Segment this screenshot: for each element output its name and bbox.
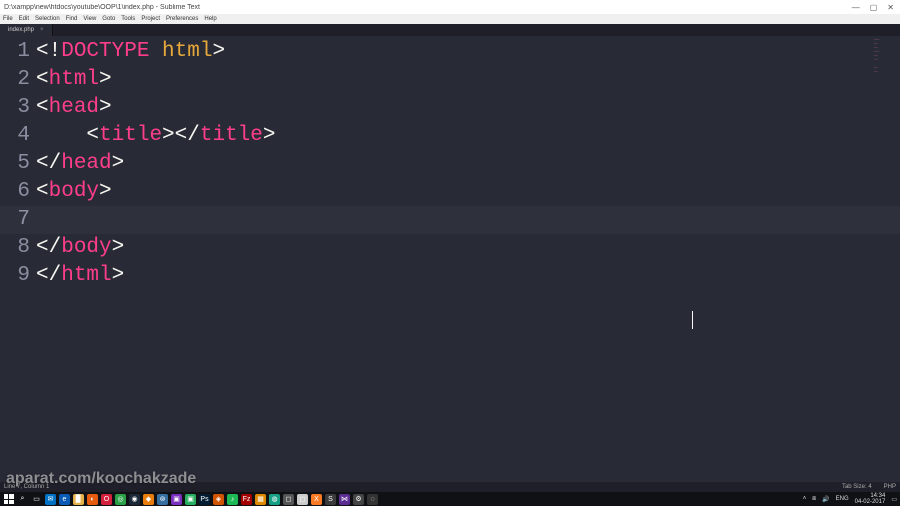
taskbar-icon-blender[interactable]: ◆ [143,494,154,505]
taskbar-icon-spotify[interactable]: ♪ [227,494,238,505]
taskbar-icon-app-last[interactable]: ◌ [367,494,378,505]
code-editor[interactable]: 1 2 3 4 5 6 7 8 9 <!DOCTYPE html> <html>… [0,36,900,482]
tray-network-icon[interactable]: ⧈ [812,496,816,503]
taskbar-icon-vs[interactable]: ⋈ [339,494,350,505]
taskbar-icon-app-purple[interactable]: ▣ [171,494,182,505]
code-line-9: </html> [36,262,900,290]
line-number: 3 [0,94,30,122]
taskbar-icon-sublime[interactable]: S [325,494,336,505]
code-line-5: </head> [36,150,900,178]
tab-bar: index.php × [0,24,900,36]
taskbar-icon-firefox[interactable]: ◐ [87,494,98,505]
menu-bar: File Edit Selection Find View Goto Tools… [0,14,900,24]
taskbar-icon-mail[interactable]: ✉ [45,494,56,505]
tray-notifications-icon[interactable]: ▭ [891,496,897,503]
taskbar-icon-edge[interactable]: e [59,494,70,505]
window-close-button[interactable]: ✕ [887,3,894,12]
code-area[interactable]: <!DOCTYPE html> <html> <head> <title></t… [36,36,900,482]
taskbar-icon-mysql[interactable]: ▦ [255,494,266,505]
code-line-4: <title></title> [36,122,900,150]
window-title: D:\xampp\new\htdocs\youtube\OOP\1\index.… [2,4,200,11]
taskbar-icon-app-green[interactable]: ▣ [185,494,196,505]
windows-logo-icon [4,494,14,504]
line-number: 1 [0,38,30,66]
taskbar-icon-xampp[interactable]: X [311,494,322,505]
line-number: 7 [0,206,30,234]
taskbar-icon-app-grey[interactable]: ◻ [283,494,294,505]
taskbar-icon-app-gear[interactable]: ⚙ [353,494,364,505]
taskbar-icon-filezilla[interactable]: Fz [241,494,252,505]
menu-tools[interactable]: Tools [121,16,135,22]
text-caret [692,311,693,329]
taskbar-icon-opera[interactable]: O [101,494,112,505]
tray-clock[interactable]: 14:34 04-02-2017 [855,493,886,505]
code-line-7 [36,206,900,234]
tray-up-icon[interactable]: ˄ [803,496,807,502]
minimap[interactable]: ▬▬▬▬▬▬▬▬▬▬▬▬▬▬▬▬▬▬ [874,38,898,98]
taskbar-left: ⌕▭✉e▉◐O◎◉◆⊚▣▣Ps◈♪Fz▦◍◻◻XS⋈⚙◌ [3,494,378,505]
window-titlebar: D:\xampp\new\htdocs\youtube\OOP\1\index.… [0,0,900,14]
menu-file[interactable]: File [3,16,13,22]
tray-volume-icon[interactable]: 🔊 [822,496,829,503]
status-tab-size[interactable]: Tab Size: 4 [842,484,872,490]
taskbar-icon-steam[interactable]: ◉ [129,494,140,505]
taskbar-icon-python[interactable]: ⊚ [157,494,168,505]
taskbar-icon-photoshop[interactable]: Ps [199,494,210,505]
line-number: 2 [0,66,30,94]
code-line-3: <head> [36,94,900,122]
line-number: 8 [0,234,30,262]
menu-preferences[interactable]: Preferences [166,16,198,22]
menu-view[interactable]: View [83,16,96,22]
line-number: 9 [0,262,30,290]
line-number: 4 [0,122,30,150]
menu-selection[interactable]: Selection [35,16,60,22]
start-button[interactable] [3,494,14,505]
status-syntax[interactable]: PHP [884,484,896,490]
code-line-8: </body> [36,234,900,262]
code-line-6: <body> [36,178,900,206]
line-number: 6 [0,178,30,206]
windows-taskbar: ⌕▭✉e▉◐O◎◉◆⊚▣▣Ps◈♪Fz▦◍◻◻XS⋈⚙◌ ˄ ⧈ 🔊 ENG 1… [0,492,900,506]
window-maximize-button[interactable]: ▢ [870,3,878,12]
watermark-text: aparat.com/koochakzade [6,470,196,488]
tab-label: index.php [8,27,34,33]
taskbar-icon-explorer[interactable]: ▉ [73,494,84,505]
taskbar-icon-chrome[interactable]: ◎ [115,494,126,505]
menu-project[interactable]: Project [141,16,160,22]
code-line-1: <!DOCTYPE html> [36,38,900,66]
line-number-gutter: 1 2 3 4 5 6 7 8 9 [0,36,36,482]
menu-goto[interactable]: Goto [102,16,115,22]
tab-close-icon[interactable]: × [40,27,44,33]
code-line-2: <html> [36,66,900,94]
taskbar-icon-app-orange[interactable]: ◈ [213,494,224,505]
menu-edit[interactable]: Edit [19,16,29,22]
line-number: 5 [0,150,30,178]
window-minimize-button[interactable]: — [852,3,860,12]
menu-find[interactable]: Find [66,16,78,22]
taskbar-icon-app-teal[interactable]: ◍ [269,494,280,505]
system-tray[interactable]: ˄ ⧈ 🔊 ENG 14:34 04-02-2017 ▭ [803,493,897,505]
taskbar-icon-search[interactable]: ⌕ [17,494,28,505]
taskbar-icon-app-white[interactable]: ◻ [297,494,308,505]
tab-index-php[interactable]: index.php × [0,24,53,36]
tray-language[interactable]: ENG [836,496,849,502]
window-controls: — ▢ ✕ [852,3,898,12]
taskbar-icon-taskview[interactable]: ▭ [31,494,42,505]
menu-help[interactable]: Help [204,16,216,22]
